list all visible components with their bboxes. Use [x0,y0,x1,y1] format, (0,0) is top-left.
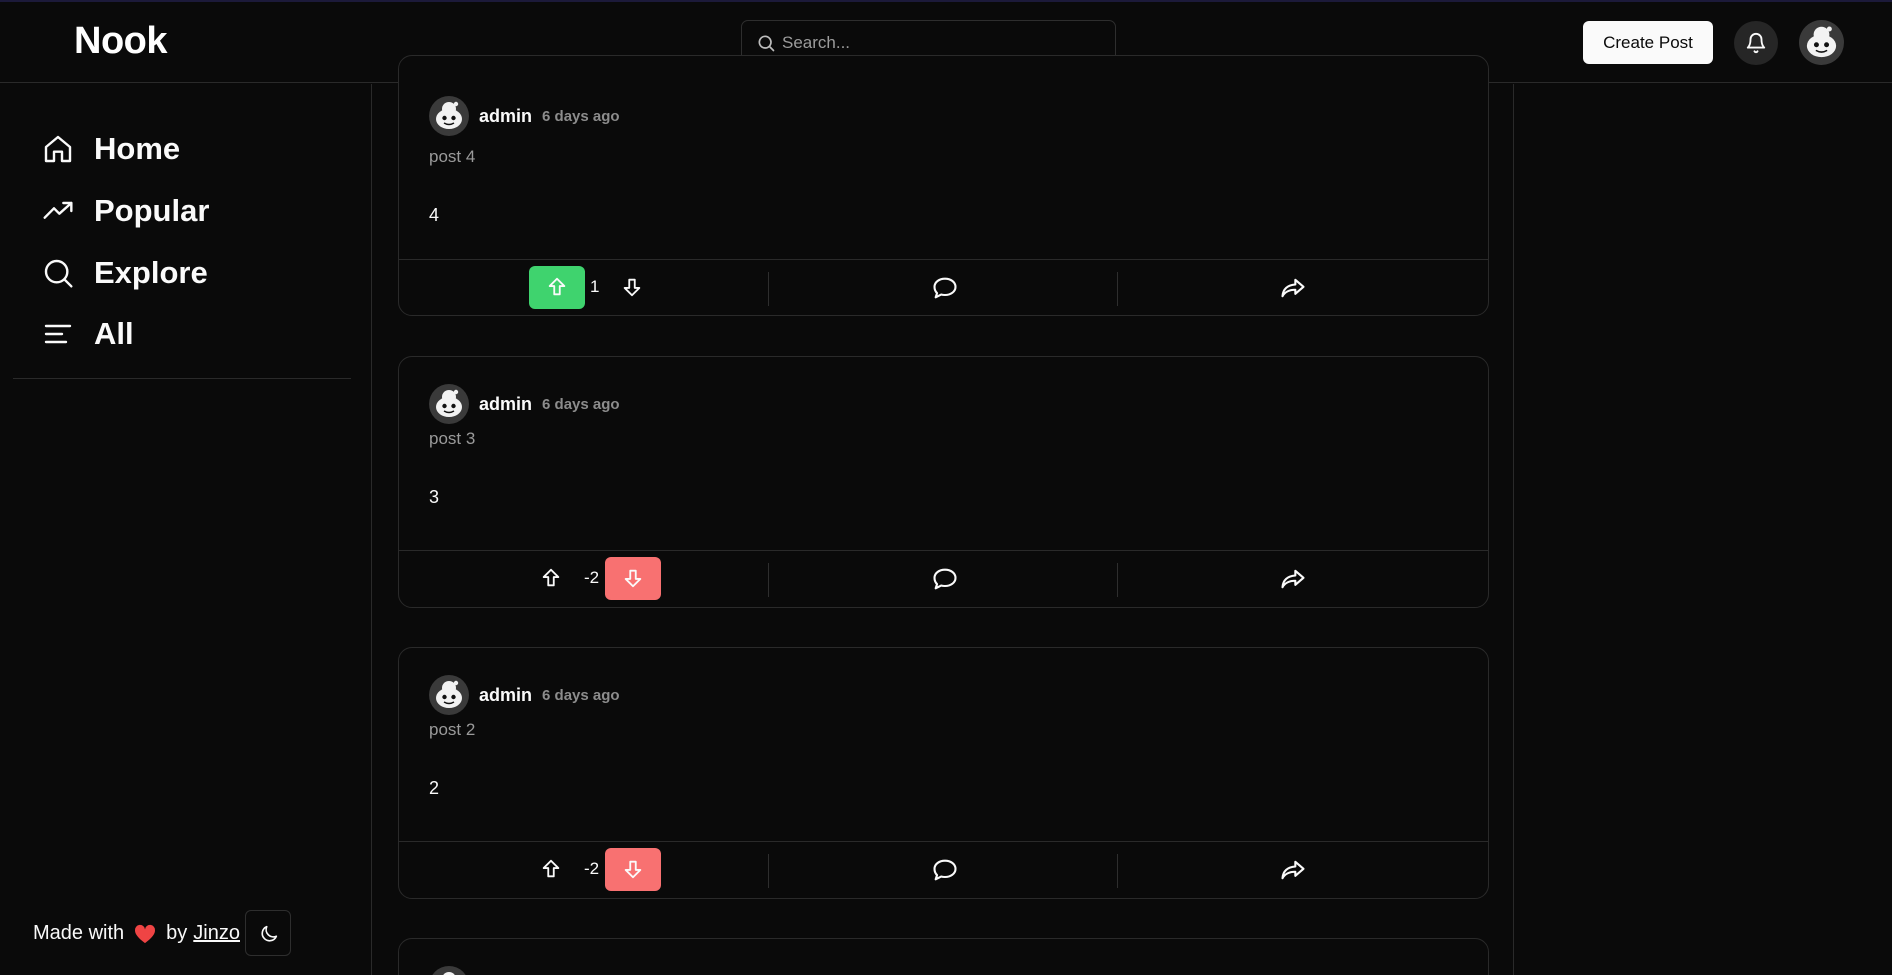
share-icon[interactable] [1279,857,1307,883]
comment-icon[interactable] [931,857,959,883]
post-author-avatar[interactable] [429,96,469,136]
right-rail-divider [1513,84,1514,975]
post-author-avatar[interactable] [429,966,469,975]
comment-icon[interactable] [931,275,959,301]
post-card[interactable]: admin 6 days ago post 3 3 -2 [398,356,1489,608]
home-icon [42,133,74,165]
made-with-text: Made with [33,922,125,944]
downvote-button[interactable] [604,266,660,309]
arrow-up-icon [542,859,560,878]
share-icon[interactable] [1279,566,1307,592]
post-header: admin 6 days ago [429,675,620,715]
share-icon[interactable] [1279,275,1307,301]
arrow-down-icon [624,569,642,588]
sidebar-item-all[interactable]: All [42,314,134,354]
author-link[interactable]: Jinzo [193,922,240,945]
post-body: 3 [429,487,440,507]
sidebar-item-home[interactable]: Home [42,129,180,169]
downvote-button[interactable] [605,557,661,600]
post-author[interactable]: admin [479,394,532,415]
create-post-button[interactable]: Create Post [1583,21,1713,64]
post-action-bar: -2 [399,550,1488,606]
search-icon [42,257,74,289]
post-header: admin 6 days ago [429,384,620,424]
action-divider [768,272,769,306]
theme-toggle-button[interactable] [245,910,291,956]
post-author[interactable]: admin [479,106,532,127]
sidebar-item-label: Popular [94,193,210,228]
post-body: 2 [429,778,440,798]
notifications-button[interactable] [1734,21,1778,65]
action-divider [1117,854,1118,888]
sidebar-footer: Made with by Jinzo [33,922,240,945]
sidebar-divider [13,378,351,379]
sidebar-item-popular[interactable]: Popular [42,191,209,231]
post-card[interactable]: admin 6 days ago post 4 4 1 [398,55,1489,316]
comment-icon[interactable] [931,566,959,592]
post-title[interactable]: post 3 [429,429,475,449]
arrow-up-icon [548,277,566,296]
post-body: 4 [429,205,440,225]
post-author-avatar[interactable] [429,675,469,715]
action-divider [768,854,769,888]
sidebar: Home Popular Explore All Made with by Ji… [0,84,372,975]
upvote-button[interactable] [529,266,585,309]
action-divider [1117,563,1118,597]
post-header: admin 6 days ago [429,96,620,136]
post-time: 6 days ago [542,107,620,125]
vote-score: -2 [584,859,600,878]
post-card[interactable] [398,938,1489,975]
post-card[interactable]: admin 6 days ago post 2 2 -2 [398,647,1489,899]
list-icon [42,318,74,350]
vote-score: 1 [590,277,600,296]
post-title[interactable]: post 2 [429,720,475,740]
arrow-down-icon [624,860,642,879]
sidebar-item-label: Home [94,131,181,166]
post-action-bar: -2 [399,841,1488,897]
sidebar-item-label: Explore [94,255,208,290]
search-icon [756,33,776,53]
heart-icon [134,924,156,944]
post-author[interactable]: admin [479,685,532,706]
post-time: 6 days ago [542,686,620,704]
by-text: by [166,922,188,944]
post-title[interactable]: post 4 [429,147,475,167]
post-author-avatar[interactable] [429,384,469,424]
downvote-button[interactable] [605,848,661,891]
trending-icon [42,195,74,227]
post-action-bar: 1 [399,259,1488,315]
upvote-button[interactable] [523,557,579,600]
action-divider [1117,272,1118,306]
arrow-down-icon [623,278,641,297]
post-time: 6 days ago [542,395,620,413]
vote-score: -2 [584,568,600,587]
site-logo[interactable]: Nook [74,20,168,63]
sidebar-item-explore[interactable]: Explore [42,253,208,293]
upvote-button[interactable] [523,848,579,891]
arrow-up-icon [542,568,560,587]
action-divider [768,563,769,597]
user-avatar[interactable] [1799,20,1844,65]
sidebar-item-label: All [94,316,134,351]
